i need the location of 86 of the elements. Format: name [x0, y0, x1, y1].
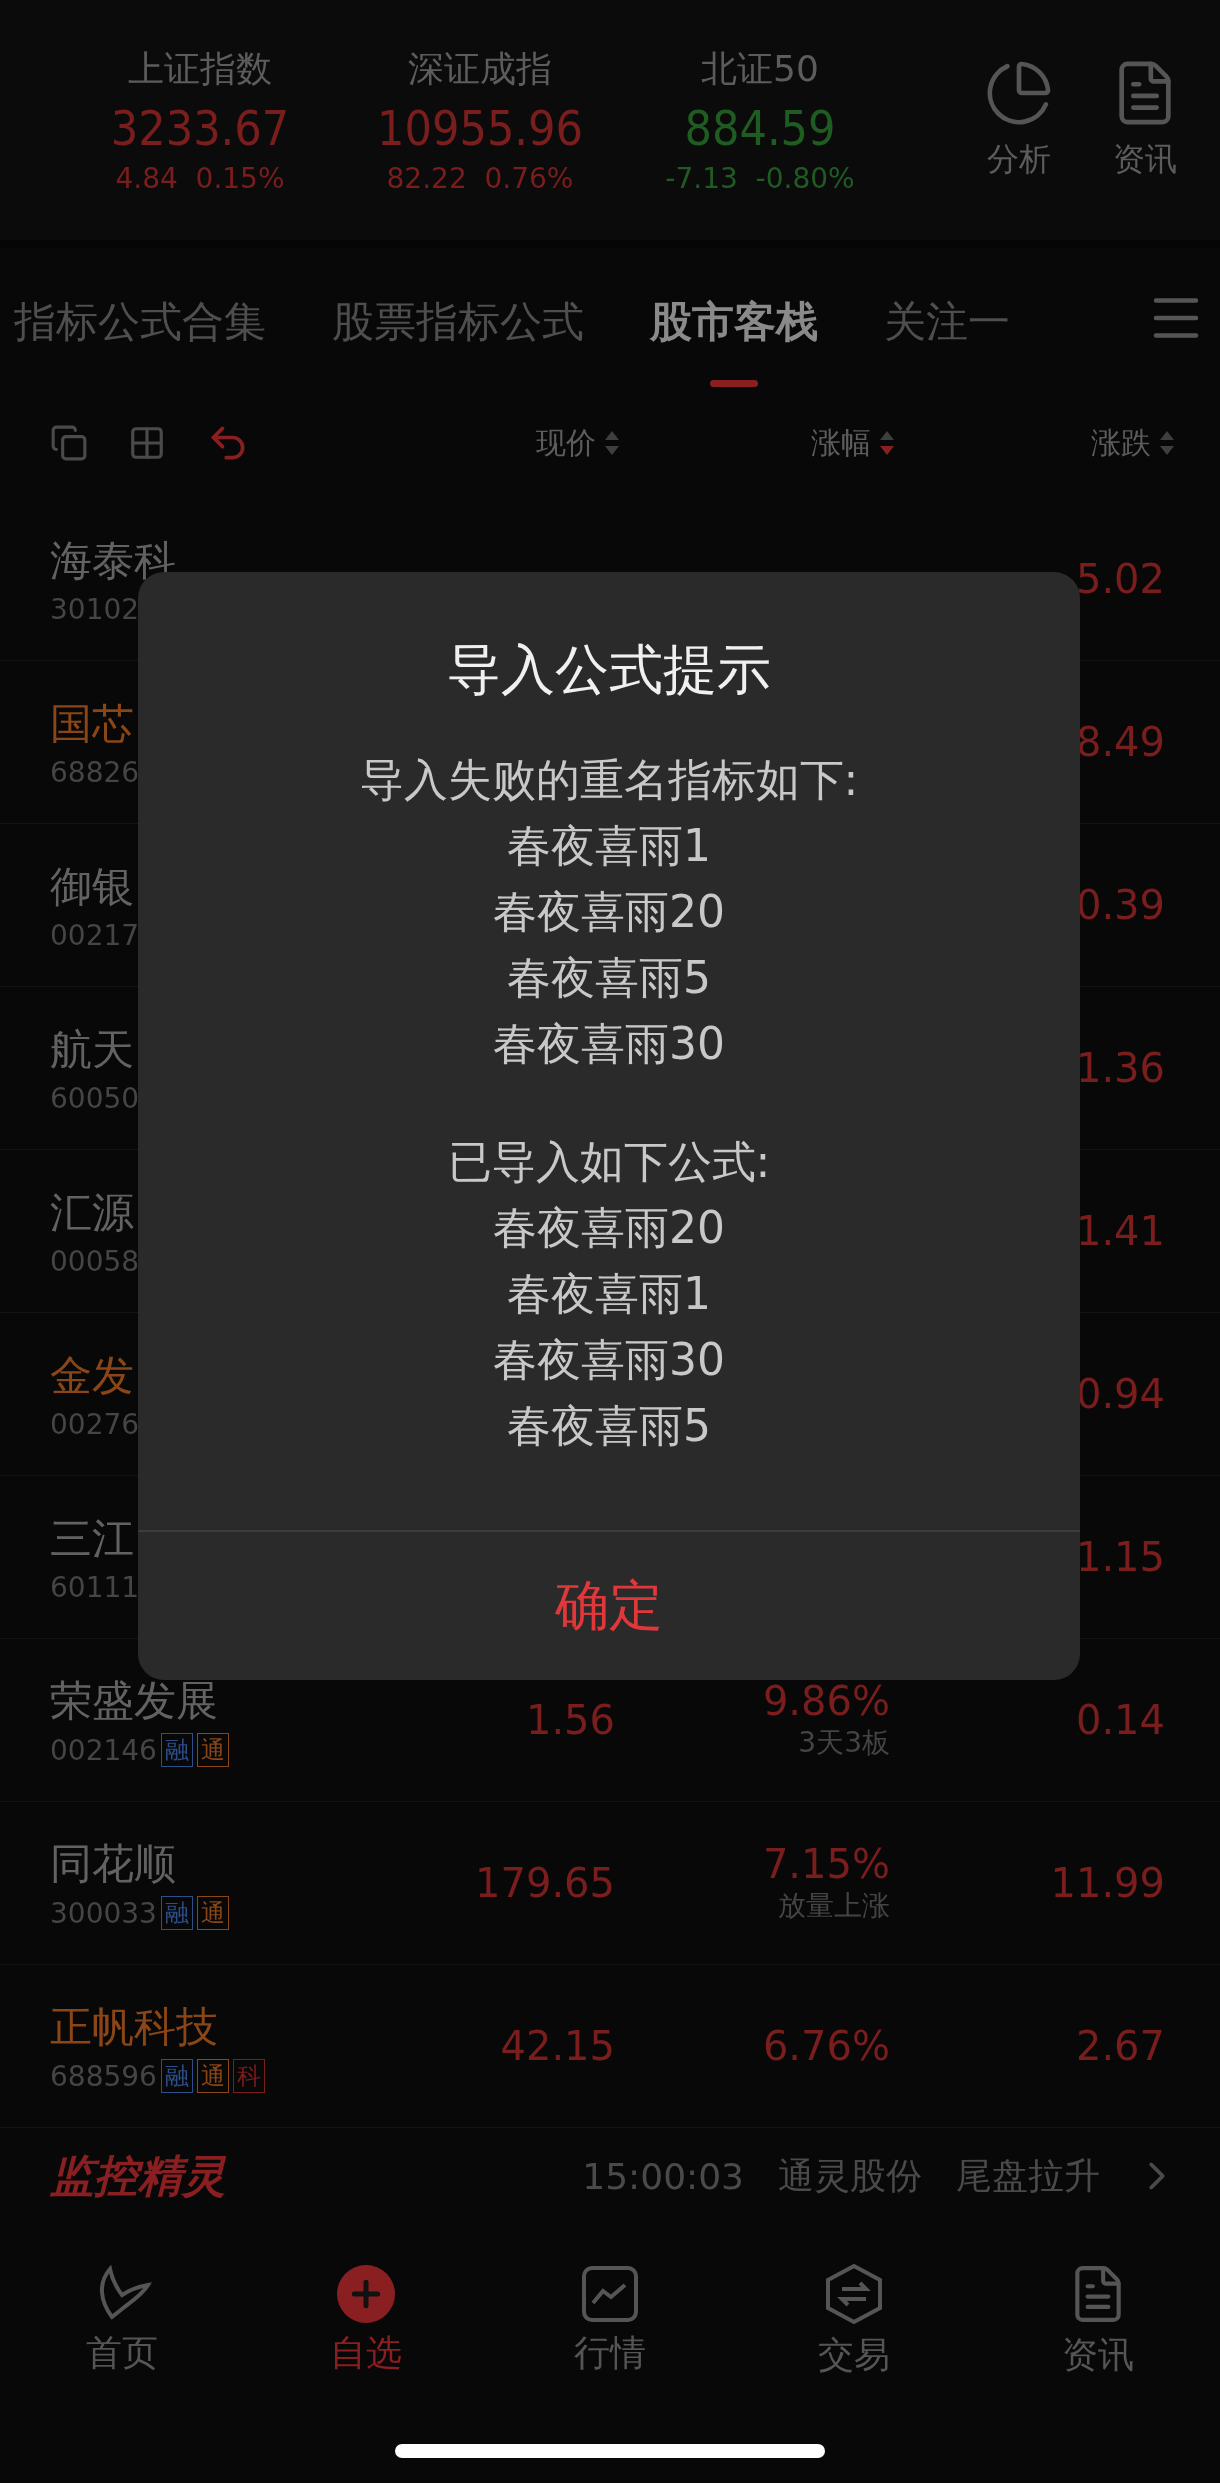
alert-signal: 尾盘拉升 [956, 2153, 1100, 2198]
index-value: 3233.67 [110, 100, 290, 156]
stock-name: 航天 [50, 1023, 135, 1076]
formula-name: 春夜喜雨1 [507, 1267, 711, 1321]
index-name: 北证50 [701, 47, 819, 91]
line-chart-icon [581, 2264, 639, 2323]
nav-tab[interactable]: 首页 [0, 2263, 244, 2379]
stock-tag: 通 [196, 1733, 229, 1767]
monitor-logo: 监控精灵 [50, 2148, 226, 2203]
stock-tag: 通 [196, 1896, 229, 1930]
stock-code: 00058 [50, 1244, 140, 1278]
index-change: 4.84 0.15% [115, 162, 285, 195]
formula-name: 春夜喜雨20 [493, 885, 725, 939]
stock-code: 60111 [50, 1570, 140, 1604]
change-cell: 0.94 [1075, 1371, 1165, 1417]
stock-name: 正帆科技 [50, 2001, 219, 2053]
stock-code: 30102 [50, 592, 140, 626]
index-name: 深证成指 [408, 47, 552, 91]
alert-stock: 通灵股份 [778, 2153, 922, 2198]
nav-tab[interactable]: 资讯 [976, 2261, 1220, 2381]
change-cell: 8.49 [1075, 719, 1165, 765]
change-cell: 0.39 [1075, 882, 1165, 928]
category-tab[interactable]: 指标公式合集 [14, 249, 266, 387]
stock-tag: 融 [160, 1733, 193, 1767]
stock-name: 同花顺 [50, 1838, 177, 1890]
confirm-button[interactable]: 确定 [138, 1530, 1080, 1680]
stock-code: 68826 [50, 755, 140, 789]
dialog-title: 导入公式提示 [447, 637, 771, 703]
stock-name: 金发 [50, 1349, 135, 1402]
category-tab[interactable]: 关注一 [884, 249, 1010, 387]
alert-time: 15:00:03 [582, 2155, 744, 2197]
price-cell: 179.65 [475, 1860, 615, 1906]
index-value: 884.59 [684, 100, 836, 156]
nav-tab[interactable]: 行情 [488, 2263, 732, 2379]
price-cell: 1.56 [525, 1697, 615, 1743]
add-icon [337, 2264, 395, 2323]
stock-tag: 融 [160, 1896, 193, 1930]
percent-cell: 9.86% [762, 1678, 890, 1724]
stock-tag: 科 [232, 2059, 265, 2093]
change-cell: 5.02 [1075, 556, 1165, 602]
stock-code: 00217 [50, 918, 140, 952]
stock-tag: 融 [160, 2059, 193, 2093]
formula-name: 春夜喜雨1 [507, 819, 711, 873]
grid-icon[interactable] [128, 424, 166, 462]
category-tab[interactable]: 股市客栈 [650, 249, 818, 387]
index-change: 82.22 0.76% [386, 162, 574, 195]
price-cell: 42.15 [500, 2023, 615, 2069]
stock-name: 御银 [50, 860, 135, 913]
formula-name: 春夜喜雨20 [493, 1201, 725, 1255]
header-action-button[interactable]: 分析 [984, 58, 1054, 182]
section-heading: 已导入如下公式: [447, 1135, 771, 1189]
signal-note: 3天3板 [798, 1725, 890, 1761]
formula-name: 春夜喜雨30 [493, 1017, 725, 1071]
category-tab[interactable]: 股票指标公式 [332, 249, 584, 387]
change-cell: 1.41 [1075, 1208, 1165, 1254]
column-header[interactable]: 现价 [536, 422, 620, 464]
stock-code: 60050 [50, 1081, 140, 1115]
nav-tab[interactable]: 交易 [732, 2261, 976, 2381]
index-name: 上证指数 [128, 47, 272, 91]
stock-name: 汇源 [50, 1186, 135, 1239]
formula-name: 春夜喜雨5 [507, 951, 711, 1005]
column-header[interactable]: 涨幅 [811, 422, 895, 464]
percent-cell: 6.76% [762, 2023, 890, 2069]
copy-icon[interactable] [50, 424, 88, 462]
stock-name: 三江 [50, 1512, 135, 1565]
stock-code: 300033 [50, 1896, 157, 1930]
index-change: -7.13 -0.80% [665, 162, 855, 195]
stock-name: 国芯 [50, 697, 135, 750]
nav-tab[interactable]: 自选 [244, 2263, 488, 2379]
percent-cell: 7.15% [762, 1841, 890, 1887]
column-header[interactable]: 涨跌 [1091, 422, 1175, 464]
exchange-icon [824, 2262, 884, 2325]
stock-code: 688596 [50, 2059, 157, 2093]
signal-note: 放量上涨 [778, 1888, 890, 1924]
stock-code: 00276 [50, 1407, 140, 1441]
stock-code: 002146 [50, 1733, 157, 1767]
header-action-button[interactable]: 资讯 [1110, 58, 1180, 182]
change-cell: 2.67 [1075, 2023, 1165, 2069]
formula-name: 春夜喜雨30 [493, 1333, 725, 1387]
formula-name: 春夜喜雨5 [507, 1399, 711, 1453]
index-value: 10955.96 [377, 100, 583, 156]
change-cell: 1.36 [1075, 1045, 1165, 1091]
stock-tag: 通 [196, 2059, 229, 2093]
change-cell: 11.99 [1050, 1860, 1165, 1906]
section-heading: 导入失败的重名指标如下: [359, 753, 859, 807]
change-cell: 0.14 [1075, 1697, 1165, 1743]
